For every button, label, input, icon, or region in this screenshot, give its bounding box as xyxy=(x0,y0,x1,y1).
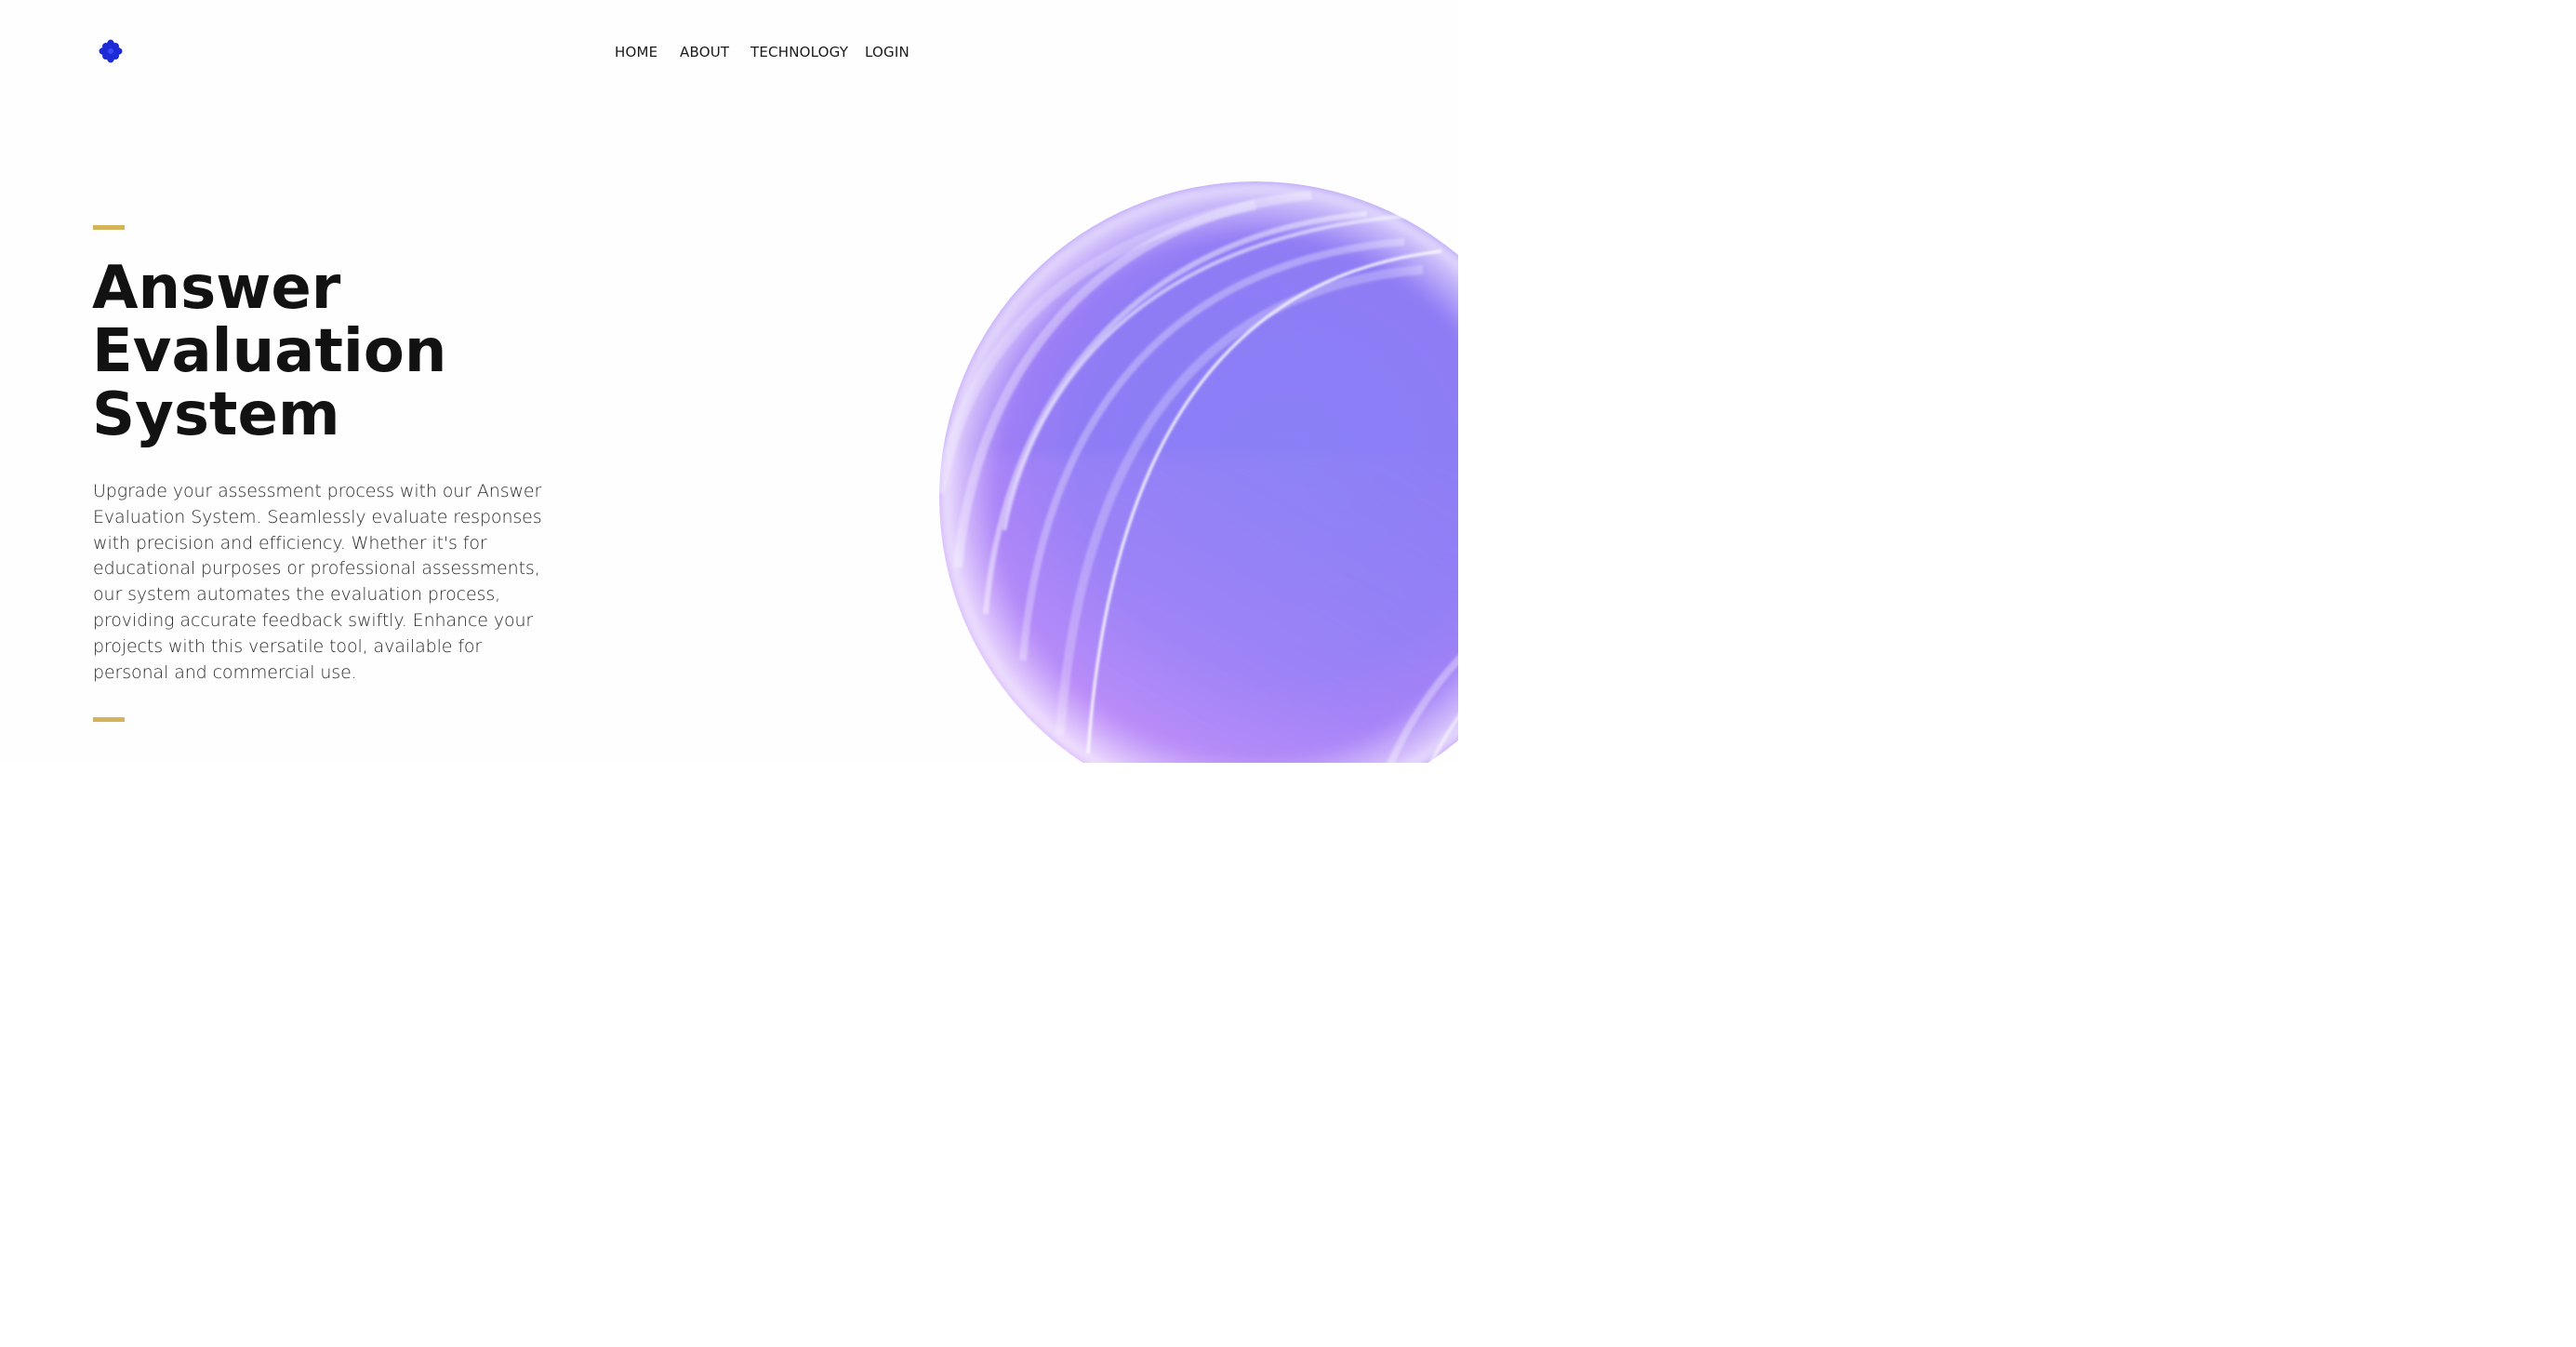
landing-page: HOME ABOUT TECHNOLOGY LOGIN Answer Evalu… xyxy=(0,0,1458,763)
main-nav: HOME ABOUT TECHNOLOGY LOGIN xyxy=(0,41,1458,63)
nav-technology-link[interactable]: TECHNOLOGY xyxy=(750,41,848,63)
nav-home-link[interactable]: HOME xyxy=(615,41,657,63)
hero-title-line: System xyxy=(92,380,340,449)
hero-title-line: Evaluation xyxy=(92,317,447,386)
hero-title: Answer Evaluation System xyxy=(92,257,613,447)
nav-about-link[interactable]: ABOUT xyxy=(680,41,729,63)
accent-bar-bottom xyxy=(93,717,125,722)
hero-description: Upgrade your assessment process with our… xyxy=(93,481,542,683)
hero-title-line: Answer xyxy=(92,254,341,323)
accent-bar-top xyxy=(93,225,125,230)
nav-login-link[interactable]: LOGIN xyxy=(865,41,910,63)
gradient-sphere-graphic xyxy=(939,181,1458,763)
